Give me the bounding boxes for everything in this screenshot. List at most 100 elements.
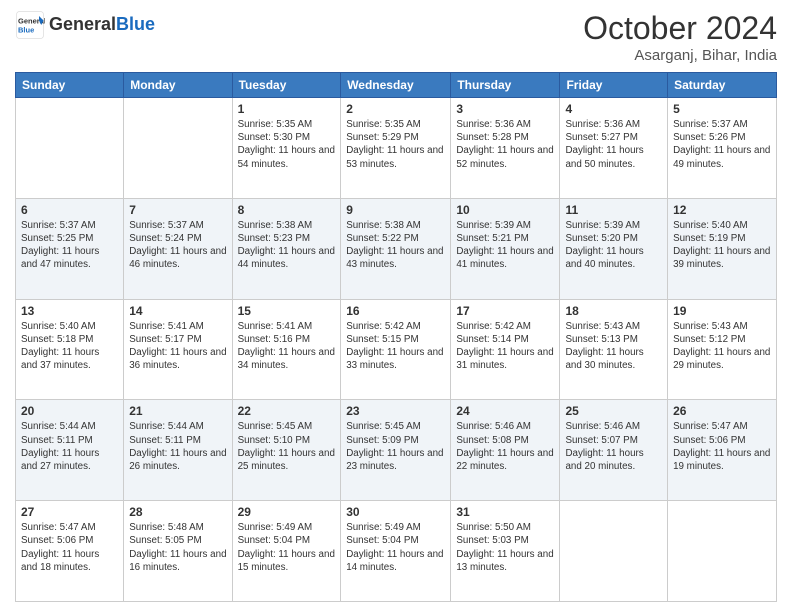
day-number: 18 [565, 304, 662, 318]
day-info: Sunrise: 5:39 AMSunset: 5:21 PMDaylight:… [456, 219, 554, 272]
day-info: Sunrise: 5:35 AMSunset: 5:30 PMDaylight:… [238, 118, 336, 171]
calendar-cell: 28 Sunrise: 5:48 AMSunset: 5:05 PMDayligh… [124, 501, 232, 602]
day-number: 6 [21, 203, 118, 217]
logo-icon: General Blue [15, 10, 45, 40]
calendar-cell: 16 Sunrise: 5:42 AMSunset: 5:15 PMDayligh… [341, 299, 451, 400]
calendar-cell [16, 98, 124, 199]
calendar-cell [560, 501, 668, 602]
calendar-cell: 18 Sunrise: 5:43 AMSunset: 5:13 PMDayligh… [560, 299, 668, 400]
calendar-cell: 20 Sunrise: 5:44 AMSunset: 5:11 PMDayligh… [16, 400, 124, 501]
day-number: 11 [565, 203, 662, 217]
calendar-cell: 13 Sunrise: 5:40 AMSunset: 5:18 PMDayligh… [16, 299, 124, 400]
day-number: 13 [21, 304, 118, 318]
day-number: 28 [129, 505, 226, 519]
calendar-cell: 22 Sunrise: 5:45 AMSunset: 5:10 PMDayligh… [232, 400, 341, 501]
day-info: Sunrise: 5:48 AMSunset: 5:05 PMDaylight:… [129, 521, 226, 574]
day-info: Sunrise: 5:44 AMSunset: 5:11 PMDaylight:… [129, 420, 226, 473]
day-info: Sunrise: 5:40 AMSunset: 5:18 PMDaylight:… [21, 320, 118, 373]
calendar-cell: 19 Sunrise: 5:43 AMSunset: 5:12 PMDayligh… [668, 299, 777, 400]
day-number: 3 [456, 102, 554, 116]
day-number: 5 [673, 102, 771, 116]
weekday-header-friday: Friday [560, 73, 668, 98]
calendar-cell: 27Sunrise: 5:47 AMSunset: 5:06 PMDayligh… [16, 501, 124, 602]
day-info: Sunrise: 5:46 AMSunset: 5:07 PMDaylight:… [565, 420, 662, 473]
day-number: 26 [673, 404, 771, 418]
calendar-cell: 24 Sunrise: 5:46 AMSunset: 5:08 PMDayligh… [451, 400, 560, 501]
calendar-week-row: 20 Sunrise: 5:44 AMSunset: 5:11 PMDayligh… [16, 400, 777, 501]
calendar-cell: 17 Sunrise: 5:42 AMSunset: 5:14 PMDayligh… [451, 299, 560, 400]
weekday-header-saturday: Saturday [668, 73, 777, 98]
weekday-header-wednesday: Wednesday [341, 73, 451, 98]
weekday-header-row: SundayMondayTuesdayWednesdayThursdayFrid… [16, 73, 777, 98]
calendar-cell: 31 Sunrise: 5:50 AMSunset: 5:03 PMDayligh… [451, 501, 560, 602]
day-info: Sunrise: 5:36 AMSunset: 5:28 PMDaylight:… [456, 118, 554, 171]
weekday-header-tuesday: Tuesday [232, 73, 341, 98]
calendar-week-row: 13 Sunrise: 5:40 AMSunset: 5:18 PMDayligh… [16, 299, 777, 400]
svg-text:Blue: Blue [18, 26, 34, 35]
calendar-cell: 23 Sunrise: 5:45 AMSunset: 5:09 PMDayligh… [341, 400, 451, 501]
day-number: 24 [456, 404, 554, 418]
day-info: Sunrise: 5:35 AMSunset: 5:29 PMDaylight:… [346, 118, 445, 171]
day-number: 23 [346, 404, 445, 418]
day-info: Sunrise: 5:37 AMSunset: 5:24 PMDaylight:… [129, 219, 226, 272]
day-number: 30 [346, 505, 445, 519]
day-info: Sunrise: 5:41 AMSunset: 5:16 PMDaylight:… [238, 320, 336, 373]
calendar-cell: 5 Sunrise: 5:37 AMSunset: 5:26 PMDaylight… [668, 98, 777, 199]
calendar-cell: 10Sunrise: 5:39 AMSunset: 5:21 PMDayligh… [451, 198, 560, 299]
day-info: Sunrise: 5:42 AMSunset: 5:14 PMDaylight:… [456, 320, 554, 373]
day-info: Sunrise: 5:41 AMSunset: 5:17 PMDaylight:… [129, 320, 226, 373]
calendar-cell: 30Sunrise: 5:49 AMSunset: 5:04 PMDayligh… [341, 501, 451, 602]
calendar-week-row: 6 Sunrise: 5:37 AMSunset: 5:25 PMDaylight… [16, 198, 777, 299]
calendar-cell [668, 501, 777, 602]
day-number: 25 [565, 404, 662, 418]
day-number: 27 [21, 505, 118, 519]
day-info: Sunrise: 5:45 AMSunset: 5:09 PMDaylight:… [346, 420, 445, 473]
page: General Blue GeneralBlue October 2024 As… [0, 0, 792, 612]
day-info: Sunrise: 5:43 AMSunset: 5:13 PMDaylight:… [565, 320, 662, 373]
day-info: Sunrise: 5:37 AMSunset: 5:26 PMDaylight:… [673, 118, 771, 171]
day-info: Sunrise: 5:49 AMSunset: 5:04 PMDaylight:… [238, 521, 336, 574]
logo-text: GeneralBlue [49, 15, 155, 35]
day-info: Sunrise: 5:43 AMSunset: 5:12 PMDaylight:… [673, 320, 771, 373]
calendar-cell: 8Sunrise: 5:38 AMSunset: 5:23 PMDaylight… [232, 198, 341, 299]
calendar-cell: 21Sunrise: 5:44 AMSunset: 5:11 PMDayligh… [124, 400, 232, 501]
day-info: Sunrise: 5:44 AMSunset: 5:11 PMDaylight:… [21, 420, 118, 473]
day-info: Sunrise: 5:38 AMSunset: 5:23 PMDaylight:… [238, 219, 336, 272]
day-number: 1 [238, 102, 336, 116]
calendar-cell: 9Sunrise: 5:38 AMSunset: 5:22 PMDaylight… [341, 198, 451, 299]
calendar-cell: 29 Sunrise: 5:49 AMSunset: 5:04 PMDayligh… [232, 501, 341, 602]
day-number: 17 [456, 304, 554, 318]
day-info: Sunrise: 5:46 AMSunset: 5:08 PMDaylight:… [456, 420, 554, 473]
day-number: 4 [565, 102, 662, 116]
calendar-cell: 1 Sunrise: 5:35 AMSunset: 5:30 PMDaylight… [232, 98, 341, 199]
calendar-cell: 26Sunrise: 5:47 AMSunset: 5:06 PMDayligh… [668, 400, 777, 501]
calendar-cell: 4 Sunrise: 5:36 AMSunset: 5:27 PMDaylight… [560, 98, 668, 199]
day-number: 20 [21, 404, 118, 418]
day-number: 14 [129, 304, 226, 318]
calendar-cell: 11Sunrise: 5:39 AMSunset: 5:20 PMDayligh… [560, 198, 668, 299]
day-info: Sunrise: 5:50 AMSunset: 5:03 PMDaylight:… [456, 521, 554, 574]
month-title: October 2024 [583, 10, 777, 47]
day-number: 31 [456, 505, 554, 519]
calendar-cell: 3 Sunrise: 5:36 AMSunset: 5:28 PMDaylight… [451, 98, 560, 199]
day-info: Sunrise: 5:42 AMSunset: 5:15 PMDaylight:… [346, 320, 445, 373]
day-info: Sunrise: 5:37 AMSunset: 5:25 PMDaylight:… [21, 219, 118, 272]
calendar-cell [124, 98, 232, 199]
calendar-cell: 12Sunrise: 5:40 AMSunset: 5:19 PMDayligh… [668, 198, 777, 299]
day-info: Sunrise: 5:36 AMSunset: 5:27 PMDaylight:… [565, 118, 662, 171]
calendar-cell: 2Sunrise: 5:35 AMSunset: 5:29 PMDaylight… [341, 98, 451, 199]
calendar-cell: 25 Sunrise: 5:46 AMSunset: 5:07 PMDayligh… [560, 400, 668, 501]
day-info: Sunrise: 5:45 AMSunset: 5:10 PMDaylight:… [238, 420, 336, 473]
day-info: Sunrise: 5:40 AMSunset: 5:19 PMDaylight:… [673, 219, 771, 272]
day-number: 19 [673, 304, 771, 318]
day-number: 9 [346, 203, 445, 217]
weekday-header-monday: Monday [124, 73, 232, 98]
day-number: 29 [238, 505, 336, 519]
day-number: 16 [346, 304, 445, 318]
day-number: 15 [238, 304, 336, 318]
day-number: 7 [129, 203, 226, 217]
title-block: October 2024 Asarganj, Bihar, India [583, 10, 777, 64]
day-number: 22 [238, 404, 336, 418]
logo: General Blue GeneralBlue [15, 10, 155, 40]
weekday-header-sunday: Sunday [16, 73, 124, 98]
